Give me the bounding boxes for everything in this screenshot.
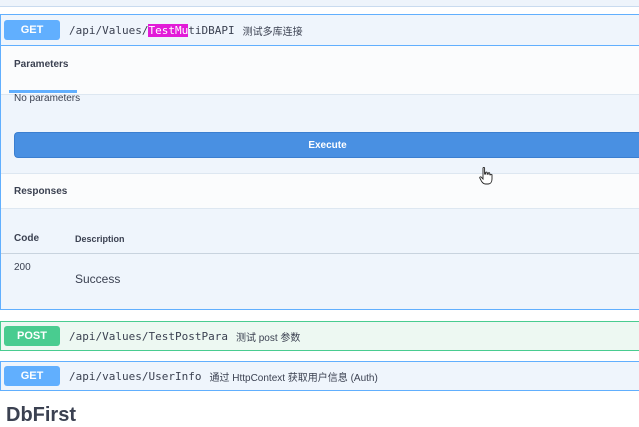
parameters-tab-bar: Parameters — [1, 46, 639, 95]
method-badge-post: POST — [4, 326, 60, 346]
operation-description: 测试 post 参数 — [235, 332, 301, 344]
operation-summary[interactable]: GET /api/values/UserInfo 通过 HttpContext … — [1, 362, 639, 390]
table-header-divider — [1, 253, 639, 254]
operation-description: 测试多库连接 — [242, 26, 303, 38]
column-header-description: Description — [75, 234, 125, 244]
responses-title: Responses — [14, 186, 68, 197]
operation-path: /api/values/UserInfo — [69, 369, 202, 383]
operation-get-testmultidbapi: GET /api/Values/TestMutiDBAPI 测试多库连接 Par… — [0, 14, 639, 310]
method-badge-get: GET — [4, 366, 60, 386]
column-header-code: Code — [14, 233, 39, 244]
operation-path: /api/Values/TestMutiDBAPI — [69, 23, 235, 37]
operation-path: /api/Values/TestPostPara — [69, 329, 228, 343]
response-description: Success — [75, 272, 121, 286]
search-highlight: TestMu — [148, 23, 189, 37]
operation-summary[interactable]: GET /api/Values/TestMutiDBAPI 测试多库连接 — [1, 15, 639, 46]
method-badge-get: GET — [4, 20, 60, 40]
tab-parameters[interactable]: Parameters — [9, 59, 77, 93]
operation-get-userinfo: GET /api/values/UserInfo 通过 HttpContext … — [0, 361, 639, 391]
tab-parameters-label: Parameters — [14, 59, 69, 70]
operation-summary[interactable]: POST /api/Values/TestPostPara 测试 post 参数 — [1, 322, 639, 350]
section-title-dbfirst[interactable]: DbFirst — [6, 404, 76, 427]
no-parameters-text: No parameters — [14, 93, 81, 104]
hand-pointer-cursor-icon — [479, 167, 493, 185]
responses-header: Responses — [1, 173, 639, 209]
operation-description: 通过 HttpContext 获取用户信息 (Auth) — [209, 372, 378, 384]
operation-post-testpostpara: POST /api/Values/TestPostPara 测试 post 参数 — [0, 321, 639, 351]
previous-operation-edge — [0, 0, 639, 7]
execute-button[interactable]: Execute — [14, 132, 639, 158]
response-code: 200 — [14, 262, 31, 273]
path-prefix: /api/Values/ — [69, 23, 149, 37]
path-suffix: tiDBAPI — [188, 23, 235, 37]
